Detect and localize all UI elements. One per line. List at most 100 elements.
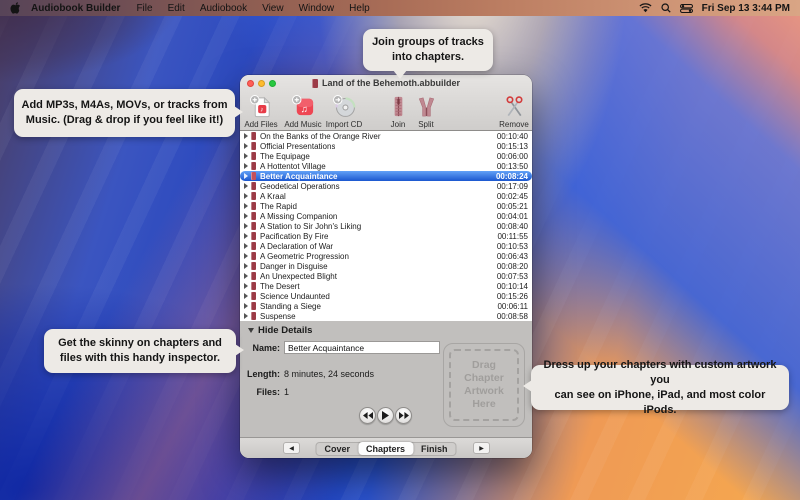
disclosure-triangle-icon[interactable] [244,293,248,299]
close-button[interactable] [247,80,254,87]
track-name: A Declaration of War [260,242,333,251]
track-row[interactable]: Suspense 00:08:58 [240,311,532,321]
disclosure-triangle-icon[interactable] [244,173,248,179]
search-icon[interactable] [661,3,671,13]
track-name: Pacification By Fire [260,232,328,241]
track-row[interactable]: Science Undaunted 00:15:26 [240,291,532,301]
track-row[interactable]: Standing a Siege 00:06:11 [240,301,532,311]
artwork-dropzone[interactable]: DragChapterArtworkHere [443,343,525,427]
menu-item[interactable]: Audiobook [200,3,247,14]
disclosure-triangle-icon[interactable] [244,313,248,319]
menu-item[interactable]: Window [299,3,335,14]
import-cd-button[interactable]: Import CD [321,93,367,129]
menu-item[interactable]: View [262,3,284,14]
apple-logo-icon[interactable] [10,2,21,14]
disclosure-triangle-icon[interactable] [244,143,248,149]
hide-details-toggle[interactable]: Hide Details [248,325,312,336]
tab-cover[interactable]: Cover [316,442,358,455]
chapter-icon [251,302,256,310]
zoom-button[interactable] [269,80,276,87]
track-row[interactable]: A Station to Sir John's Liking 00:08:40 [240,221,532,231]
split-button[interactable]: Split [411,93,441,129]
track-duration: 00:06:11 [497,302,528,311]
disclosure-triangle-icon[interactable] [244,213,248,219]
menu-app-name[interactable]: Audiobook Builder [31,3,120,14]
wifi-icon[interactable] [639,3,652,13]
track-name: A Station to Sir John's Liking [260,222,361,231]
track-row[interactable]: Better Acquaintance 00:08:24 [240,171,532,181]
disclosure-triangle-icon[interactable] [244,183,248,189]
disclosure-triangle-icon[interactable] [244,243,248,249]
track-row[interactable]: An Unexpected Blight 00:07:53 [240,271,532,281]
track-duration: 00:10:53 [497,242,528,251]
disclosure-triangle-icon[interactable] [244,203,248,209]
artwork-hint-line: Chapter [464,372,504,385]
track-row[interactable]: The Rapid 00:05:21 [240,201,532,211]
disclosure-triangle-icon[interactable] [244,263,248,269]
rewind-button[interactable] [359,407,376,424]
track-row[interactable]: On the Banks of the Orange River 00:10:4… [240,131,532,141]
track-row[interactable]: The Equipage 00:06:00 [240,151,532,161]
back-arrow-button[interactable]: ◀ [283,442,300,454]
disclosure-triangle-icon[interactable] [244,253,248,259]
status-area: Fri Sep 13 3:44 PM [639,3,800,14]
track-list: On the Banks of the Orange River 00:10:4… [240,131,532,321]
track-row[interactable]: Geodetical Operations 00:17:09 [240,181,532,191]
callout-join: Join groups of tracks into chapters. [363,29,493,71]
tab-chapters[interactable]: Chapters [358,442,413,455]
control-center-icon[interactable] [680,4,693,13]
chapter-icon [251,142,256,150]
tab-finish[interactable]: Finish [413,442,456,455]
chapter-name-input[interactable] [284,341,440,354]
track-row[interactable]: Danger in Disguise 00:08:20 [240,261,532,271]
callout-text: can see on iPhone, iPad, and most color … [537,388,783,418]
track-row[interactable]: Official Presentations 00:15:13 [240,141,532,151]
join-icon [386,94,411,119]
track-duration: 00:15:13 [497,142,528,151]
menu-item[interactable]: File [136,3,152,14]
svg-text:♪: ♪ [260,107,263,114]
add-files-button[interactable]: ♪ Add Files [241,93,281,129]
track-row[interactable]: A Hottentot Village 00:13:50 [240,161,532,171]
track-name: An Unexpected Blight [260,272,337,281]
disclosure-triangle-icon[interactable] [244,283,248,289]
track-duration: 00:04:01 [497,212,528,221]
track-row[interactable]: A Missing Companion 00:04:01 [240,211,532,221]
disclosure-triangle-icon[interactable] [244,303,248,309]
play-button[interactable] [377,407,394,424]
track-row[interactable]: Pacification By Fire 00:11:55 [240,231,532,241]
menu-clock[interactable]: Fri Sep 13 3:44 PM [702,3,790,14]
title-bar[interactable]: Land of the Behemoth.abbuilder [240,75,532,91]
menu-item[interactable]: Edit [168,3,185,14]
callout-text: Dress up your chapters with custom artwo… [537,358,783,388]
track-name: Official Presentations [260,142,335,151]
callout-text: Get the skinny on chapters and [50,336,230,351]
chapter-icon [251,232,256,240]
join-button[interactable]: Join [383,93,413,129]
track-name: A Kraal [260,192,286,201]
details-panel: Hide Details Name: Length: 8 minutes, 24… [240,321,532,437]
forward-button[interactable] [395,407,412,424]
disclosure-triangle-icon[interactable] [244,163,248,169]
callout-text: files with this handy inspector. [50,351,230,366]
menu-item[interactable]: Help [349,3,370,14]
track-duration: 00:11:55 [497,232,528,241]
track-row[interactable]: A Declaration of War 00:10:53 [240,241,532,251]
disclosure-triangle-icon[interactable] [244,273,248,279]
track-row[interactable]: A Kraal 00:02:45 [240,191,532,201]
remove-button[interactable]: Remove [492,93,536,129]
track-duration: 00:06:43 [497,252,528,261]
track-row[interactable]: A Geometric Progression 00:06:43 [240,251,532,261]
disclosure-triangle-icon[interactable] [244,223,248,229]
forward-arrow-button[interactable]: ▶ [473,442,490,454]
disclosure-triangle-icon[interactable] [244,233,248,239]
track-duration: 00:02:45 [497,192,528,201]
disclosure-triangle-icon[interactable] [244,133,248,139]
add-music-button[interactable]: ♫ Add Music [281,93,325,129]
chapter-icon [251,262,256,270]
track-row[interactable]: The Desert 00:10:14 [240,281,532,291]
minimize-button[interactable] [258,80,265,87]
track-name: On the Banks of the Orange River [260,132,381,141]
disclosure-triangle-icon[interactable] [244,193,248,199]
disclosure-triangle-icon[interactable] [244,153,248,159]
